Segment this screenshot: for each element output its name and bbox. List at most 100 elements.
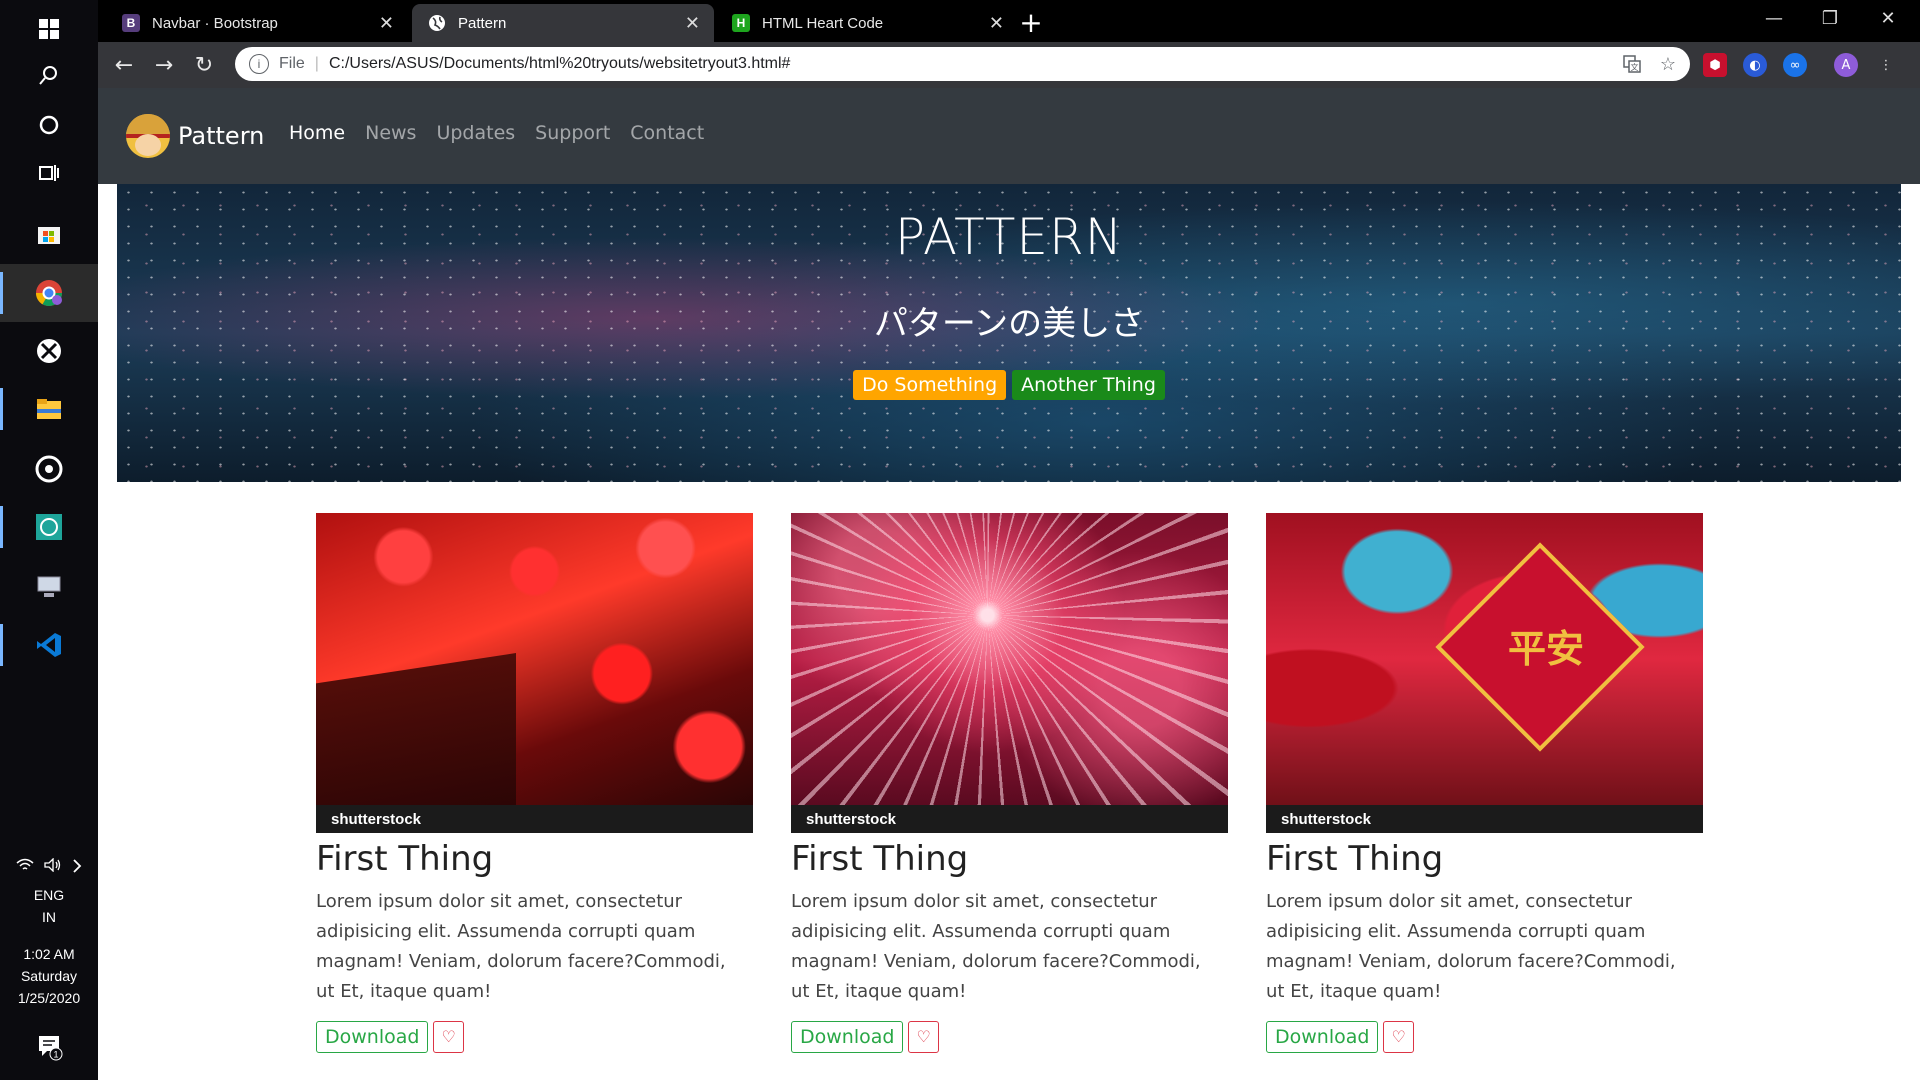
bootstrap-favicon-icon: B	[122, 14, 140, 32]
clock-day: Saturday	[20, 968, 78, 984]
heart-button[interactable]: ♡	[908, 1021, 939, 1053]
windows-taskbar: ENG IN 1:02 AM Saturday 1/25/2020 1	[0, 0, 98, 1080]
clock-time: 1:02 AM	[23, 946, 75, 962]
divider: |	[314, 55, 319, 72]
info-icon[interactable]: i	[249, 54, 269, 74]
globe-favicon-icon	[428, 14, 446, 32]
translate-icon[interactable]: 文	[1622, 54, 1642, 79]
new-tab-button[interactable]: +	[1015, 6, 1047, 39]
hero-banner: PATTERN パターンの美しさ Do Something Another Th…	[117, 184, 1901, 482]
url-text[interactable]: C:/Users/ASUS/Documents/html%20tryouts/w…	[329, 55, 791, 73]
clock[interactable]: 1:02 AM Saturday 1/25/2020	[0, 943, 98, 1009]
image-watermark-strip: shutterstock	[791, 805, 1228, 833]
card-1: shutterstock First Thing Lorem ipsum dol…	[316, 513, 753, 1053]
nav-news[interactable]: News	[365, 122, 416, 144]
chrome-tab-strip: B Navbar · Bootstrap ✕ Pattern ✕ H HTML …	[98, 0, 1920, 42]
notification-count: 1	[53, 1050, 58, 1060]
menu-kebab-icon[interactable]: ⋮	[1874, 53, 1898, 77]
nav-support[interactable]: Support	[535, 122, 610, 144]
card-title: First Thing	[316, 839, 494, 879]
card-text: Lorem ipsum dolor sit amet, consectetur …	[791, 891, 1201, 1002]
download-button[interactable]: Download	[316, 1021, 429, 1053]
close-window-button[interactable]: ✕	[1860, 0, 1916, 36]
action-center-icon[interactable]: 1	[0, 1032, 98, 1066]
tab-title: Navbar · Bootstrap	[152, 14, 278, 32]
extension-shield-icon[interactable]: ⬢	[1703, 53, 1727, 77]
heart-button[interactable]: ♡	[1383, 1021, 1414, 1053]
nav-updates[interactable]: Updates	[436, 122, 515, 144]
charm-text: 平安	[1507, 626, 1584, 671]
shutterstock-logo: shutterstock	[806, 810, 897, 828]
nav-links: Home News Updates Support Contact	[289, 122, 704, 144]
region-label: IN	[42, 909, 56, 925]
hero-title: PATTERN	[894, 208, 1124, 266]
brand-name: Pattern	[178, 122, 265, 150]
nav-home[interactable]: Home	[289, 122, 345, 144]
web-page: Pattern Home News Updates Support Contac…	[98, 88, 1920, 1080]
heart-button[interactable]: ♡	[433, 1021, 464, 1053]
svg-text:文: 文	[1630, 62, 1638, 72]
shutterstock-logo: shutterstock	[1281, 810, 1372, 828]
card-actions: Download ♡	[791, 1021, 1228, 1053]
language-label: ENG	[33, 887, 65, 903]
shutterstock-logo: shutterstock	[331, 810, 422, 828]
clock-date: 1/25/2020	[17, 990, 81, 1006]
extension-link-icon[interactable]: ∞	[1783, 53, 1807, 77]
chinese-charm-image: 平安	[1266, 513, 1703, 805]
wifi-icon[interactable]	[16, 858, 34, 878]
whatsapp-icon[interactable]	[0, 498, 98, 556]
card-actions: Download ♡	[1266, 1021, 1703, 1053]
system-tray	[0, 857, 98, 878]
site-navbar: Pattern Home News Updates Support Contac…	[98, 88, 1920, 184]
close-tab-icon[interactable]: ✕	[685, 13, 700, 34]
heart-icon: ♡	[916, 1027, 931, 1046]
hero-subtitle: パターンの美しさ	[873, 304, 1145, 344]
nav-contact[interactable]: Contact	[630, 122, 704, 144]
card-actions: Download ♡	[316, 1021, 753, 1053]
card-2: shutterstock First Thing Lorem ipsum dol…	[791, 513, 1228, 1053]
close-tab-icon[interactable]: ✕	[989, 13, 1004, 34]
do-something-button[interactable]: Do Something	[853, 370, 1007, 400]
xbox-icon[interactable]	[0, 322, 98, 380]
lanterns-image	[316, 513, 753, 805]
card-text: Lorem ipsum dolor sit amet, consectetur …	[316, 891, 726, 1002]
card-title: First Thing	[791, 839, 969, 879]
site-brand[interactable]: Pattern	[126, 114, 264, 158]
tab-navbar-bootstrap[interactable]: B Navbar · Bootstrap ✕	[106, 4, 408, 42]
task-view-icon[interactable]	[0, 144, 98, 202]
chevron-right-icon[interactable]	[72, 858, 82, 878]
address-bar[interactable]: i File | C:/Users/ASUS/Documents/html%20…	[235, 47, 1690, 81]
forward-button[interactable]: →	[148, 49, 180, 81]
hero-buttons: Do Something Another Thing	[117, 370, 1901, 400]
tab-title: HTML Heart Code	[762, 14, 884, 32]
download-button[interactable]: Download	[791, 1021, 904, 1053]
file-explorer-icon[interactable]	[0, 380, 98, 438]
groove-music-icon[interactable]	[0, 440, 98, 498]
chrome-icon[interactable]	[0, 264, 98, 322]
back-button[interactable]: ←	[108, 49, 140, 81]
scheme-label: File	[279, 55, 305, 72]
store-icon[interactable]	[0, 204, 98, 262]
tab-html-heart-code[interactable]: H HTML Heart Code ✕	[716, 4, 1018, 42]
restore-button[interactable]: ❐	[1802, 0, 1858, 36]
card-text: Lorem ipsum dolor sit amet, consectetur …	[1266, 891, 1676, 1002]
minimize-button[interactable]: —	[1746, 0, 1802, 36]
another-thing-button[interactable]: Another Thing	[1012, 370, 1165, 400]
profile-avatar[interactable]: A	[1834, 53, 1858, 77]
extension-browser-icon[interactable]: ◐	[1743, 53, 1767, 77]
card-3: 平安 shutterstock First Thing Lorem ipsum …	[1266, 513, 1703, 1053]
h-favicon-icon: H	[732, 14, 750, 32]
download-button[interactable]: Download	[1266, 1021, 1379, 1053]
brand-logo-icon	[126, 114, 170, 158]
close-tab-icon[interactable]: ✕	[379, 13, 394, 34]
reload-button[interactable]: ↻	[188, 49, 220, 81]
fireworks-image	[791, 513, 1228, 805]
tab-pattern[interactable]: Pattern ✕	[412, 4, 714, 42]
chrome-toolbar: ← → ↻ i File | C:/Users/ASUS/Documents/h…	[98, 42, 1920, 88]
vscode-icon[interactable]	[0, 616, 98, 674]
network-app-icon[interactable]	[0, 558, 98, 616]
volume-icon[interactable]	[44, 857, 62, 878]
input-language[interactable]: ENG IN	[0, 884, 98, 928]
bookmark-star-icon[interactable]: ☆	[1660, 54, 1676, 79]
omnibox-actions: 文 ☆	[1622, 54, 1676, 79]
